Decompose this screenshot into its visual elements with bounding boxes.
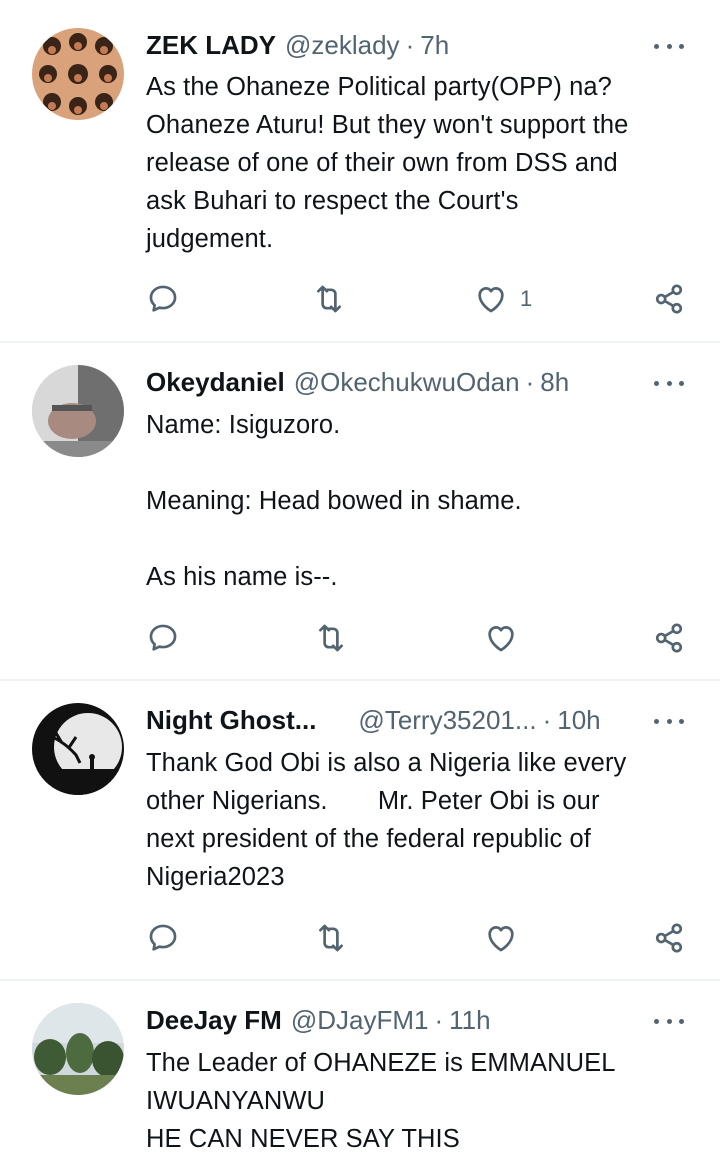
author-handle[interactable]: @zeklady — [285, 30, 400, 61]
retweet-icon — [314, 621, 348, 655]
like-icon — [484, 621, 518, 655]
tweet-actions — [146, 621, 692, 655]
like-button[interactable] — [484, 621, 518, 655]
share-button[interactable] — [652, 921, 686, 955]
share-button[interactable] — [652, 621, 686, 655]
separator-dot: · — [405, 29, 415, 60]
tweet-text: Thank God Obi is also a Nigeria like eve… — [146, 749, 627, 891]
share-button[interactable] — [652, 282, 686, 316]
share-icon — [652, 282, 686, 316]
author-handle[interactable]: @DJayFM1 — [291, 1005, 429, 1036]
share-icon — [652, 921, 686, 955]
retweet-button[interactable] — [312, 282, 346, 316]
timestamp[interactable]: 10h — [557, 705, 600, 736]
author-name[interactable]: DeeJay FM — [146, 1005, 282, 1036]
avatar[interactable] — [32, 28, 124, 120]
separator-dot: · — [434, 1004, 444, 1035]
author-name[interactable]: Okeydaniel — [146, 367, 285, 398]
avatar[interactable] — [32, 703, 124, 795]
tweet[interactable]: DeeJay FM @DJayFM1 · 11h The Leader of O… — [0, 981, 720, 1170]
timestamp[interactable]: 8h — [540, 367, 569, 398]
retweet-button[interactable] — [314, 921, 348, 955]
reply-button[interactable] — [146, 921, 180, 955]
tweet[interactable]: Okeydaniel @OkechukwuOdan · 8h Name: Isi… — [0, 343, 720, 681]
like-button[interactable]: 1 — [474, 282, 532, 316]
reply-button[interactable] — [146, 282, 180, 316]
tweet-text: The Leader of OHANEZE is EMMANUEL IWUANY… — [146, 1049, 616, 1153]
reply-timeline: ZEK LADY @zeklady · 7h As the Ohaneze Po… — [0, 0, 720, 1170]
tweet-text: Name: Isiguzoro. Meaning: Head bowed in … — [146, 411, 522, 591]
separator-dot: · — [525, 366, 535, 397]
author-name[interactable]: ZEK LADY — [146, 30, 276, 61]
reply-button[interactable] — [146, 621, 180, 655]
more-icon[interactable] — [654, 1009, 684, 1033]
reply-icon — [146, 921, 180, 955]
share-icon — [652, 621, 686, 655]
timestamp[interactable]: 11h — [449, 1005, 490, 1036]
reply-icon — [146, 621, 180, 655]
avatar[interactable] — [32, 365, 124, 457]
tweet-text: As the Ohaneze Political party(OPP) na? … — [146, 73, 629, 253]
separator-dot: · — [542, 704, 552, 735]
like-icon — [474, 282, 508, 316]
timestamp[interactable]: 7h — [420, 30, 449, 61]
more-icon[interactable] — [654, 371, 684, 395]
like-icon — [484, 921, 518, 955]
tweet[interactable]: Night Ghost... @Terry35201... · 10h Than… — [0, 681, 720, 981]
author-name[interactable]: Night Ghost... — [146, 705, 316, 736]
tweet-actions: 1 — [146, 282, 692, 316]
more-icon[interactable] — [654, 34, 684, 58]
tweet-header: Okeydaniel @OkechukwuOdan · 8h — [146, 365, 690, 399]
retweet-button[interactable] — [314, 621, 348, 655]
tweet-header: Night Ghost... @Terry35201... · 10h — [146, 703, 690, 737]
author-handle[interactable]: @Terry35201... — [358, 705, 536, 736]
avatar[interactable] — [32, 1003, 124, 1095]
tweet[interactable]: ZEK LADY @zeklady · 7h As the Ohaneze Po… — [0, 0, 720, 343]
retweet-icon — [312, 282, 346, 316]
tweet-header: ZEK LADY @zeklady · 7h — [146, 28, 690, 62]
more-icon[interactable] — [654, 709, 684, 733]
retweet-icon — [314, 921, 348, 955]
like-button[interactable] — [484, 921, 518, 955]
tweet-header: DeeJay FM @DJayFM1 · 11h — [146, 1003, 690, 1037]
tweet-actions — [146, 921, 692, 955]
like-count: 1 — [520, 286, 533, 311]
reply-icon — [146, 282, 180, 316]
author-handle[interactable]: @OkechukwuOdan — [294, 367, 520, 398]
